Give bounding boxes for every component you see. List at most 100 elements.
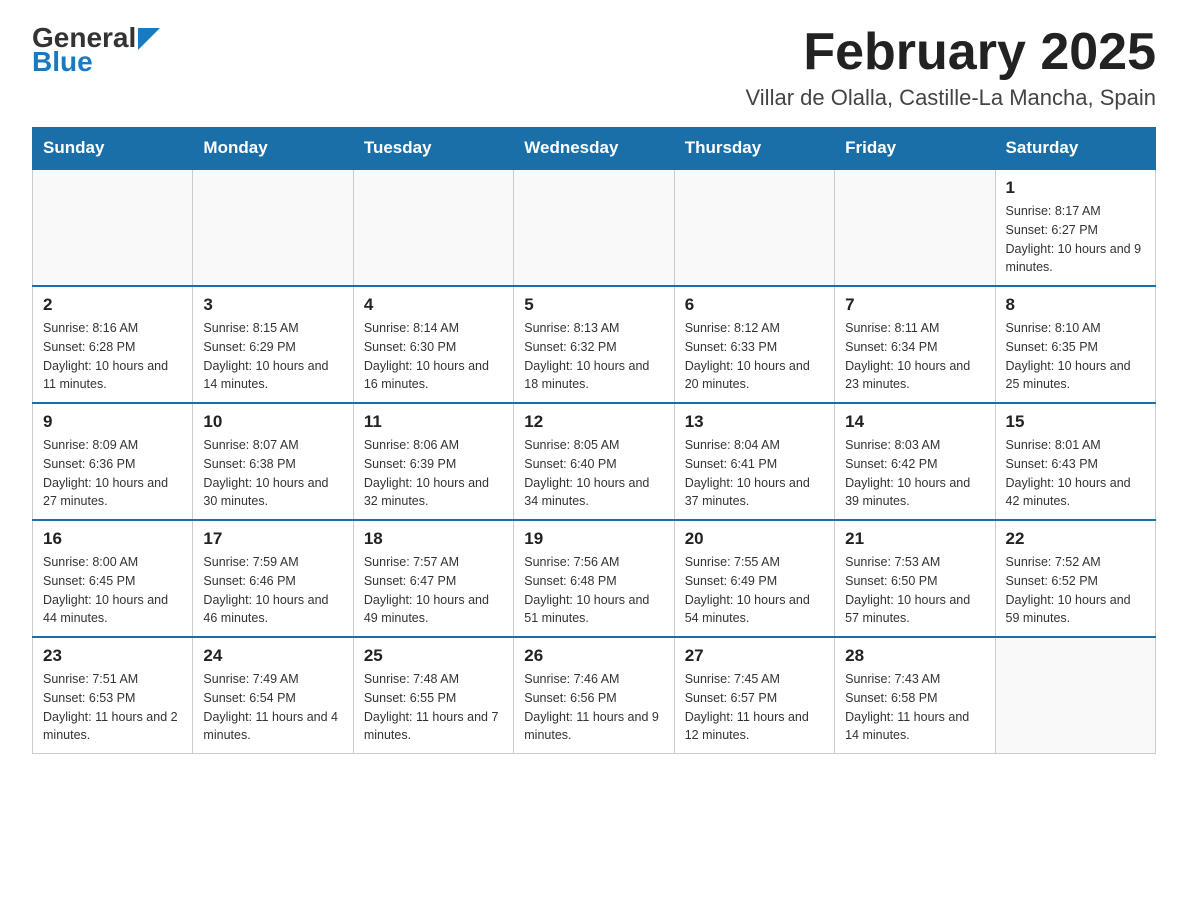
day-number: 6: [685, 295, 824, 315]
calendar-cell: 18 Sunrise: 7:57 AM Sunset: 6:47 PM Dayli…: [353, 520, 513, 637]
day-number: 26: [524, 646, 663, 666]
day-number: 19: [524, 529, 663, 549]
day-info: Sunrise: 7:56 AM Sunset: 6:48 PM Dayligh…: [524, 553, 663, 628]
day-info: Sunrise: 7:57 AM Sunset: 6:47 PM Dayligh…: [364, 553, 503, 628]
day-info: Sunrise: 8:12 AM Sunset: 6:33 PM Dayligh…: [685, 319, 824, 394]
day-info: Sunrise: 8:09 AM Sunset: 6:36 PM Dayligh…: [43, 436, 182, 511]
day-info: Sunrise: 8:05 AM Sunset: 6:40 PM Dayligh…: [524, 436, 663, 511]
day-number: 7: [845, 295, 984, 315]
calendar-cell: [835, 169, 995, 286]
day-number: 3: [203, 295, 342, 315]
day-number: 17: [203, 529, 342, 549]
day-info: Sunrise: 8:13 AM Sunset: 6:32 PM Dayligh…: [524, 319, 663, 394]
day-info: Sunrise: 8:01 AM Sunset: 6:43 PM Dayligh…: [1006, 436, 1145, 511]
calendar-cell: [193, 169, 353, 286]
day-info: Sunrise: 7:49 AM Sunset: 6:54 PM Dayligh…: [203, 670, 342, 745]
calendar-cell: 16 Sunrise: 8:00 AM Sunset: 6:45 PM Dayli…: [33, 520, 193, 637]
calendar-cell: 23Sunrise: 7:51 AM Sunset: 6:53 PM Dayli…: [33, 637, 193, 754]
calendar-cell: [514, 169, 674, 286]
logo-part2: Blue: [32, 48, 93, 76]
calendar-cell: 21 Sunrise: 7:53 AM Sunset: 6:50 PM Dayli…: [835, 520, 995, 637]
day-number: 8: [1006, 295, 1145, 315]
calendar-cell: 17 Sunrise: 7:59 AM Sunset: 6:46 PM Dayli…: [193, 520, 353, 637]
day-number: 21: [845, 529, 984, 549]
day-number: 9: [43, 412, 182, 432]
day-number: 22: [1006, 529, 1145, 549]
day-number: 24: [203, 646, 342, 666]
header-row: SundayMondayTuesdayWednesdayThursdayFrid…: [33, 128, 1156, 170]
day-info: Sunrise: 7:59 AM Sunset: 6:46 PM Dayligh…: [203, 553, 342, 628]
day-number: 2: [43, 295, 182, 315]
page-header: General Blue February 2025 Villar de Ola…: [32, 24, 1156, 111]
day-number: 5: [524, 295, 663, 315]
header-wednesday: Wednesday: [514, 128, 674, 170]
header-thursday: Thursday: [674, 128, 834, 170]
calendar-cell: 2 Sunrise: 8:16 AM Sunset: 6:28 PM Daylig…: [33, 286, 193, 403]
location-subtitle: Villar de Olalla, Castille-La Mancha, Sp…: [746, 85, 1156, 111]
day-info: Sunrise: 8:14 AM Sunset: 6:30 PM Dayligh…: [364, 319, 503, 394]
day-number: 13: [685, 412, 824, 432]
calendar-cell: 14Sunrise: 8:03 AM Sunset: 6:42 PM Dayli…: [835, 403, 995, 520]
week-row-5: 23Sunrise: 7:51 AM Sunset: 6:53 PM Dayli…: [33, 637, 1156, 754]
header-friday: Friday: [835, 128, 995, 170]
day-number: 16: [43, 529, 182, 549]
header-monday: Monday: [193, 128, 353, 170]
calendar-cell: 7 Sunrise: 8:11 AM Sunset: 6:34 PM Daylig…: [835, 286, 995, 403]
week-row-2: 2 Sunrise: 8:16 AM Sunset: 6:28 PM Daylig…: [33, 286, 1156, 403]
day-number: 14: [845, 412, 984, 432]
day-info: Sunrise: 7:51 AM Sunset: 6:53 PM Dayligh…: [43, 670, 182, 745]
day-info: Sunrise: 7:52 AM Sunset: 6:52 PM Dayligh…: [1006, 553, 1145, 628]
week-row-4: 16 Sunrise: 8:00 AM Sunset: 6:45 PM Dayli…: [33, 520, 1156, 637]
header-saturday: Saturday: [995, 128, 1155, 170]
day-info: Sunrise: 8:11 AM Sunset: 6:34 PM Dayligh…: [845, 319, 984, 394]
calendar-table: SundayMondayTuesdayWednesdayThursdayFrid…: [32, 127, 1156, 754]
logo-triangle-icon: [138, 28, 160, 50]
day-info: Sunrise: 8:16 AM Sunset: 6:28 PM Dayligh…: [43, 319, 182, 394]
day-info: Sunrise: 8:06 AM Sunset: 6:39 PM Dayligh…: [364, 436, 503, 511]
calendar-cell: [33, 169, 193, 286]
calendar-header: SundayMondayTuesdayWednesdayThursdayFrid…: [33, 128, 1156, 170]
calendar-cell: [995, 637, 1155, 754]
calendar-cell: 10Sunrise: 8:07 AM Sunset: 6:38 PM Dayli…: [193, 403, 353, 520]
week-row-3: 9 Sunrise: 8:09 AM Sunset: 6:36 PM Daylig…: [33, 403, 1156, 520]
title-block: February 2025 Villar de Olalla, Castille…: [746, 24, 1156, 111]
day-info: Sunrise: 7:46 AM Sunset: 6:56 PM Dayligh…: [524, 670, 663, 745]
calendar-cell: 8 Sunrise: 8:10 AM Sunset: 6:35 PM Daylig…: [995, 286, 1155, 403]
calendar-cell: 3 Sunrise: 8:15 AM Sunset: 6:29 PM Daylig…: [193, 286, 353, 403]
day-number: 10: [203, 412, 342, 432]
calendar-cell: 25 Sunrise: 7:48 AM Sunset: 6:55 PM Dayli…: [353, 637, 513, 754]
calendar-cell: 1 Sunrise: 8:17 AM Sunset: 6:27 PM Daylig…: [995, 169, 1155, 286]
day-info: Sunrise: 7:53 AM Sunset: 6:50 PM Dayligh…: [845, 553, 984, 628]
day-number: 12: [524, 412, 663, 432]
day-number: 11: [364, 412, 503, 432]
day-info: Sunrise: 8:10 AM Sunset: 6:35 PM Dayligh…: [1006, 319, 1145, 394]
calendar-cell: 22 Sunrise: 7:52 AM Sunset: 6:52 PM Dayli…: [995, 520, 1155, 637]
day-number: 18: [364, 529, 503, 549]
calendar-cell: 13 Sunrise: 8:04 AM Sunset: 6:41 PM Dayli…: [674, 403, 834, 520]
calendar-cell: 11 Sunrise: 8:06 AM Sunset: 6:39 PM Dayli…: [353, 403, 513, 520]
day-number: 28: [845, 646, 984, 666]
day-info: Sunrise: 8:15 AM Sunset: 6:29 PM Dayligh…: [203, 319, 342, 394]
day-info: Sunrise: 7:45 AM Sunset: 6:57 PM Dayligh…: [685, 670, 824, 745]
calendar-cell: 24 Sunrise: 7:49 AM Sunset: 6:54 PM Dayli…: [193, 637, 353, 754]
header-sunday: Sunday: [33, 128, 193, 170]
calendar-cell: 27Sunrise: 7:45 AM Sunset: 6:57 PM Dayli…: [674, 637, 834, 754]
calendar-cell: 5 Sunrise: 8:13 AM Sunset: 6:32 PM Daylig…: [514, 286, 674, 403]
day-info: Sunrise: 8:00 AM Sunset: 6:45 PM Dayligh…: [43, 553, 182, 628]
calendar-cell: 9 Sunrise: 8:09 AM Sunset: 6:36 PM Daylig…: [33, 403, 193, 520]
week-row-1: 1 Sunrise: 8:17 AM Sunset: 6:27 PM Daylig…: [33, 169, 1156, 286]
day-number: 1: [1006, 178, 1145, 198]
day-number: 4: [364, 295, 503, 315]
day-info: Sunrise: 8:17 AM Sunset: 6:27 PM Dayligh…: [1006, 202, 1145, 277]
calendar-title: February 2025: [746, 24, 1156, 81]
calendar-cell: [674, 169, 834, 286]
calendar-body: 1 Sunrise: 8:17 AM Sunset: 6:27 PM Daylig…: [33, 169, 1156, 754]
day-info: Sunrise: 7:48 AM Sunset: 6:55 PM Dayligh…: [364, 670, 503, 745]
day-info: Sunrise: 7:43 AM Sunset: 6:58 PM Dayligh…: [845, 670, 984, 745]
calendar-cell: 12 Sunrise: 8:05 AM Sunset: 6:40 PM Dayli…: [514, 403, 674, 520]
calendar-cell: 6 Sunrise: 8:12 AM Sunset: 6:33 PM Daylig…: [674, 286, 834, 403]
day-number: 25: [364, 646, 503, 666]
day-info: Sunrise: 8:04 AM Sunset: 6:41 PM Dayligh…: [685, 436, 824, 511]
header-tuesday: Tuesday: [353, 128, 513, 170]
calendar-cell: [353, 169, 513, 286]
